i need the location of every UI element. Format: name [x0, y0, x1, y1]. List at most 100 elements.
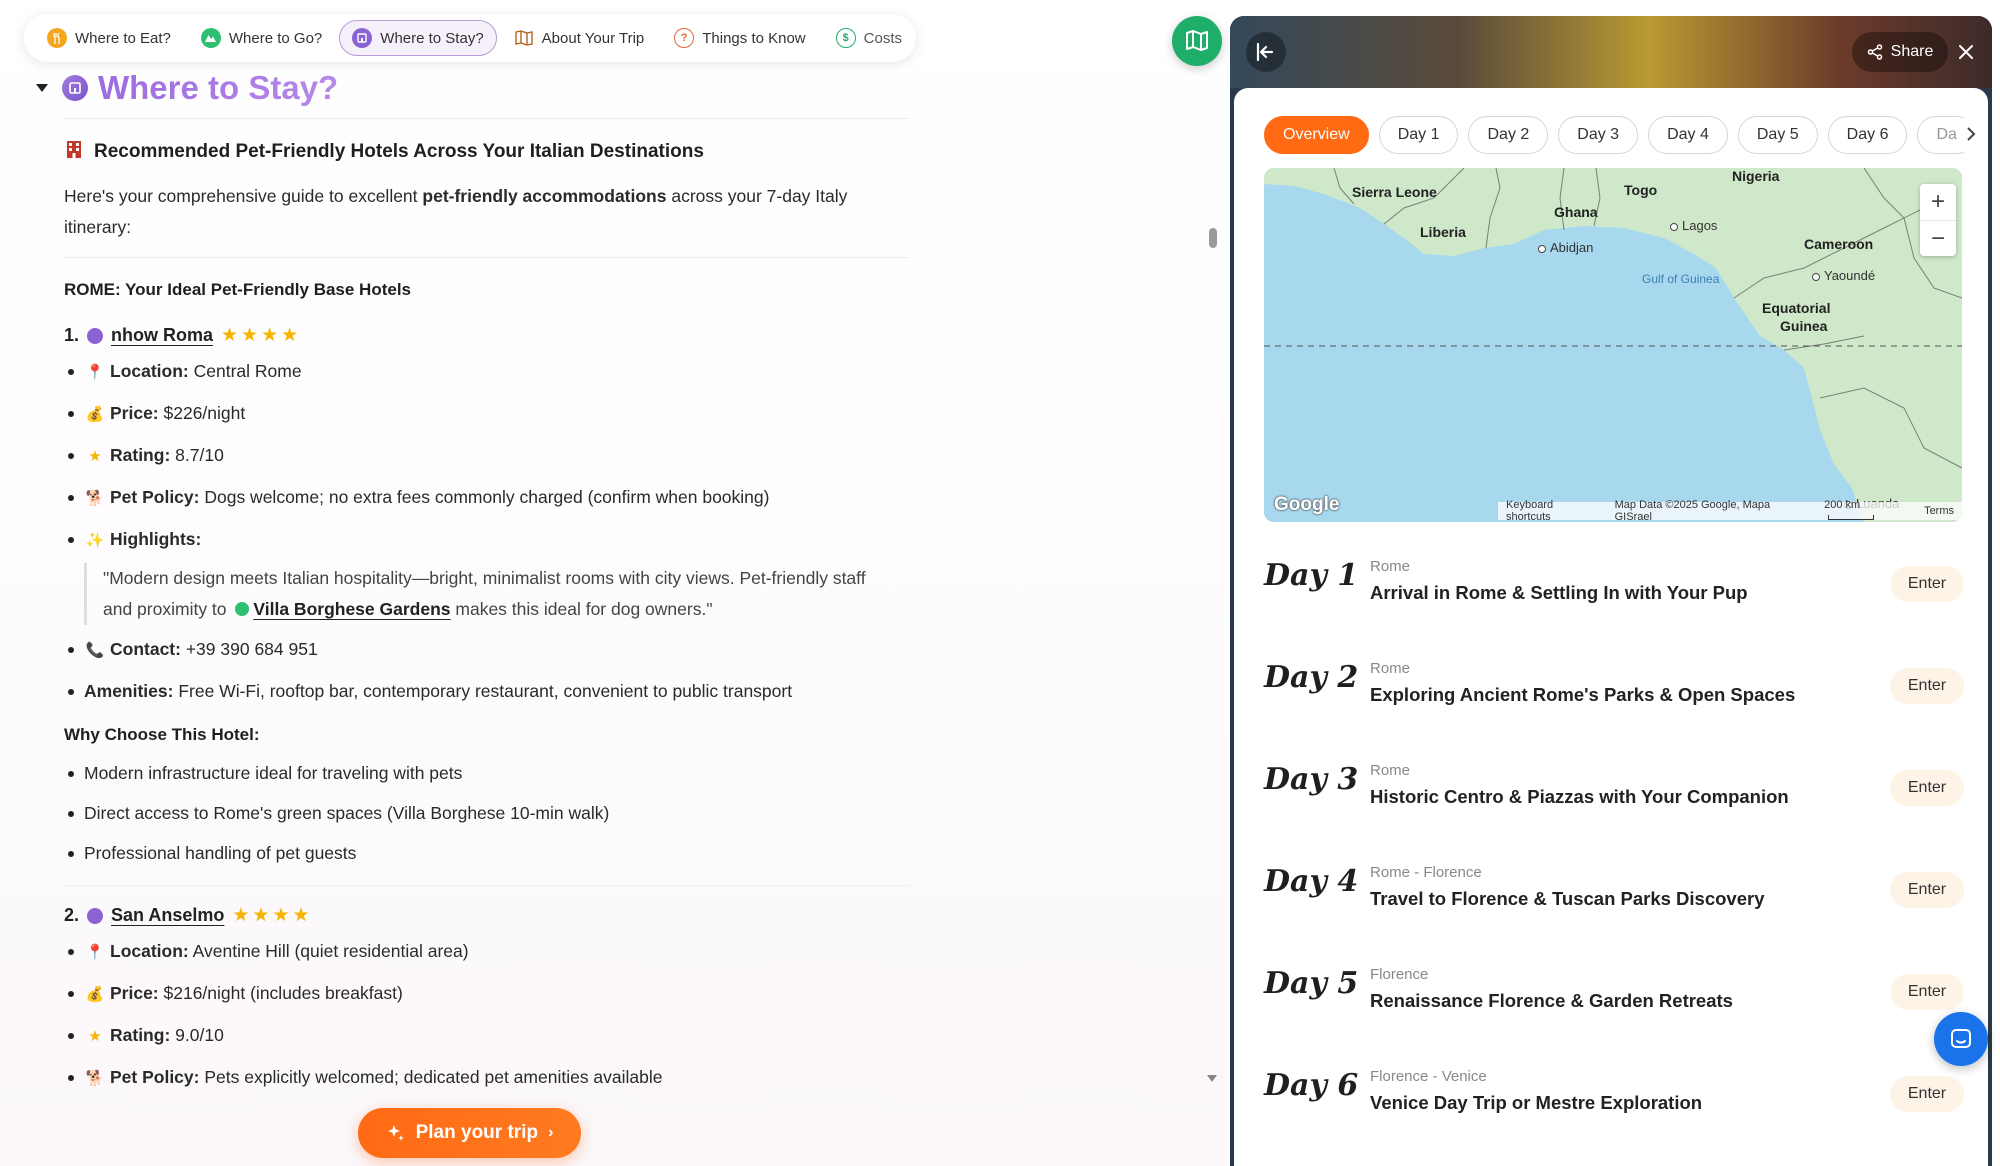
hotel-icon — [62, 75, 88, 101]
landmark-icon — [200, 28, 221, 48]
list-item: 📍 Location: Aventine Hill (quiet resident… — [64, 931, 909, 973]
map-label: Liberia — [1420, 224, 1466, 240]
list-item[interactable]: Day 6 Florence - Venice Venice Day Trip … — [1264, 1046, 1964, 1148]
close-icon — [1959, 45, 1973, 59]
tab-where-to-stay[interactable]: Where to Stay? — [339, 20, 497, 56]
list-item: ★ Rating: 8.7/10 — [64, 435, 909, 477]
tab-where-to-go[interactable]: Where to Go? — [188, 20, 335, 56]
tab-day-5[interactable]: Day 5 — [1737, 116, 1818, 154]
list-item: ✨ Highlights: — [64, 519, 909, 561]
collapse-left-icon — [1256, 43, 1274, 61]
day-list: Day 1 Rome Arrival in Rome & Settling In… — [1264, 536, 1964, 1148]
panel-body: Overview Day 1 Day 2 Day 3 Day 4 Day 5 D… — [1234, 88, 1988, 1166]
hotel-facts: 📍 Location: Central Rome 💰 Price: $226/nig… — [64, 351, 909, 561]
enter-button[interactable]: Enter — [1890, 872, 1964, 908]
chevron-right-icon[interactable] — [1966, 126, 1976, 142]
collapse-panel-button[interactable] — [1246, 32, 1286, 72]
zoom-control: + − — [1920, 184, 1956, 256]
close-button[interactable] — [1952, 38, 1980, 66]
hotel-building-icon — [64, 139, 84, 165]
hotel-facts: 📞 Contact: +39 390 684 951 Amenities: Fre… — [64, 629, 909, 711]
day-number: Day 5 — [1264, 966, 1359, 1001]
map-label: Togo — [1624, 182, 1658, 198]
map-label: Guinea — [1780, 318, 1828, 334]
hotel-title: 1. nhow Roma ★★★★ — [64, 325, 302, 346]
tab-overview[interactable]: Overview — [1264, 116, 1369, 154]
phone-icon: 📞 — [85, 642, 105, 659]
map-book-icon — [514, 28, 534, 48]
chat-button[interactable] — [1934, 1012, 1988, 1066]
list-item: 🐕 Pet Policy: Pets explicitly welcomed; d… — [64, 1057, 909, 1099]
tab-day-7[interactable]: Da — [1917, 116, 1964, 154]
tab-day-6[interactable]: Day 6 — [1827, 116, 1908, 154]
terms-link[interactable]: Terms — [1924, 505, 1954, 517]
chevron-right-icon: › — [548, 1124, 554, 1141]
list-item[interactable]: Day 5 Florence Renaissance Florence & Ga… — [1264, 944, 1964, 1046]
enter-button[interactable]: Enter — [1890, 770, 1964, 806]
money-bag-icon: 💰 — [85, 406, 105, 423]
fork-knife-icon — [47, 28, 67, 48]
enter-button[interactable]: Enter — [1890, 1076, 1964, 1112]
day-city: Rome - Florence — [1370, 864, 1482, 881]
list-item: 💰 Price: $216/night (includes breakfast) — [64, 973, 909, 1015]
zoom-out-button[interactable]: − — [1920, 220, 1956, 256]
day-title: Venice Day Trip or Mestre Exploration — [1370, 1092, 1703, 1113]
plan-your-trip-button[interactable]: Plan your trip › — [358, 1108, 581, 1158]
day-title: Exploring Ancient Rome's Parks & Open Sp… — [1370, 684, 1796, 705]
list-item: Amenities: Free Wi-Fi, rooftop bar, cont… — [64, 671, 909, 711]
tab-things-to-know[interactable]: ? Things to Know — [661, 20, 818, 56]
keyboard-shortcuts-link[interactable]: Keyboard shortcuts — [1506, 499, 1601, 522]
section-header[interactable]: Where to Stay? — [36, 64, 916, 112]
star-icon: ★ — [88, 1028, 102, 1045]
tab-costs[interactable]: $ Costs — [823, 20, 915, 56]
hotel-facts: 📍 Location: Aventine Hill (quiet resident… — [64, 931, 909, 1099]
tab-label: Where to Eat? — [75, 29, 171, 47]
tab-day-4[interactable]: Day 4 — [1648, 116, 1728, 154]
place-link[interactable]: Villa Borghese Gardens — [253, 599, 450, 619]
tab-day-2[interactable]: Day 2 — [1468, 116, 1549, 154]
map-canvas — [1264, 168, 1962, 522]
scroll-down-arrow-icon[interactable] — [1207, 1075, 1217, 1082]
map-label: Sierra Leone — [1352, 184, 1437, 200]
hotel-link[interactable]: San Anselmo — [111, 905, 224, 926]
enter-button[interactable]: Enter — [1890, 974, 1964, 1010]
list-item[interactable]: Day 1 Rome Arrival in Rome & Settling In… — [1264, 536, 1964, 638]
hotel-icon — [87, 327, 104, 344]
day-title: Historic Centro & Piazzas with Your Comp… — [1370, 786, 1789, 807]
hotels-heading: Recommended Pet-Friendly Hotels Across Y… — [64, 139, 909, 165]
star-rating: ★★★★ — [232, 905, 313, 926]
list-item[interactable]: Day 3 Rome Historic Centro & Piazzas wit… — [1264, 740, 1964, 842]
day-title: Travel to Florence & Tuscan Parks Discov… — [1370, 888, 1765, 909]
hotel-icon — [352, 28, 373, 48]
tab-where-to-eat[interactable]: Where to Eat? — [34, 20, 184, 56]
map-city: Yaoundé — [1812, 268, 1875, 283]
tab-day-3[interactable]: Day 3 — [1558, 116, 1639, 154]
scrollbar-thumb[interactable] — [1209, 228, 1217, 248]
highlight-quote: "Modern design meets Italian hospitality… — [84, 563, 884, 625]
collapse-caret-icon[interactable] — [36, 84, 48, 92]
enter-button[interactable]: Enter — [1890, 566, 1964, 602]
list-item: 📍 Location: Central Rome — [64, 351, 909, 393]
map-data-text: Map Data ©2025 Google, Mapa GISrael — [1614, 499, 1771, 522]
why-heading: Why Choose This Hotel: — [64, 725, 260, 744]
enter-button[interactable]: Enter — [1890, 668, 1964, 704]
tab-about-your-trip[interactable]: About Your Trip — [501, 20, 658, 56]
star-icon: ★ — [88, 448, 102, 465]
money-bag-icon: 💰 — [85, 986, 105, 1003]
map-city: Abidjan — [1538, 240, 1593, 255]
tab-day-1[interactable]: Day 1 — [1378, 116, 1459, 154]
day-city: Rome — [1370, 762, 1411, 779]
list-item[interactable]: Day 4 Rome - Florence Travel to Florence… — [1264, 842, 1964, 944]
zoom-in-button[interactable]: + — [1920, 184, 1956, 220]
dollar-icon: $ — [835, 28, 856, 48]
list-item: 🐕 Pet Policy: Dogs welcome; no extra fees… — [64, 477, 909, 519]
hotel-link[interactable]: nhow Roma — [111, 325, 213, 346]
day-number: Day 2 — [1264, 660, 1359, 695]
landmark-icon — [235, 602, 250, 616]
dog-icon: 🐕 — [85, 490, 105, 507]
list-item[interactable]: Day 2 Rome Exploring Ancient Rome's Park… — [1264, 638, 1964, 740]
share-button[interactable]: Share — [1852, 32, 1948, 72]
pin-icon: 📍 — [85, 364, 105, 381]
trip-map[interactable]: Sierra Leone Togo Nigeria Ghana Liberia … — [1264, 168, 1962, 522]
map-toggle-button[interactable] — [1172, 16, 1222, 66]
